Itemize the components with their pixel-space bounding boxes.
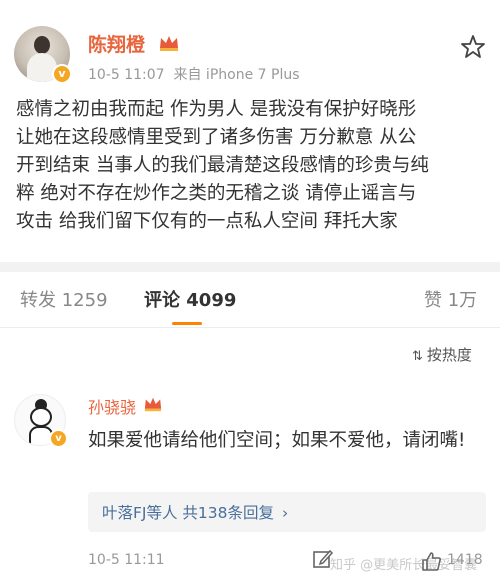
comment-text: 如果爱他请给他们空间；如果不爱他，请闭嘴! [88, 430, 466, 451]
like-count: 1418 [447, 552, 483, 568]
post-content-line: 粹 绝对不存在炒作之类的无稽之谈 请停止谣言与 [16, 183, 417, 204]
crown-icon [160, 36, 178, 51]
post-content-line: 攻击 给我们留下仅有的一点私人空间 拜托大家 [16, 211, 398, 232]
post-username[interactable]: 陈翔橙 [88, 30, 145, 57]
active-tab-indicator [172, 322, 202, 325]
star-icon[interactable] [460, 34, 486, 60]
post-content: 感情之初由我而起 作为男人 是我没有保护好晓彤 让她在这段感情里受到了诸多伤害 … [16, 96, 486, 236]
replies-link[interactable]: 叶落FJ等人 共138条回复 › [88, 492, 486, 532]
verified-badge-icon: v [52, 64, 72, 84]
thumb-up-icon[interactable] [420, 550, 442, 572]
sort-label: 按热度 [426, 346, 472, 364]
replies-label: 叶落FJ等人 共138条回复 [102, 504, 274, 522]
post-meta: 10-5 11:07 来自 iPhone 7 Plus [88, 64, 300, 84]
post-avatar[interactable]: v [14, 26, 72, 84]
comment-avatar[interactable]: v [14, 394, 68, 448]
tab-repost[interactable]: 转发 1259 [20, 286, 108, 312]
weibo-post: v 陈翔橙 10-5 11:07 来自 iPhone 7 Plus 感情之初由我… [0, 0, 500, 262]
section-divider [0, 262, 500, 272]
post-content-line: 让她在这段感情里受到了诸多伤害 万分歉意 从公 [16, 127, 417, 148]
post-content-line: 开到结束 当事人的我们最清楚这段感情的珍贵与纯 [16, 155, 429, 176]
post-source: 来自 iPhone 7 Plus [173, 67, 300, 83]
sort-button[interactable]: ⇅ 按热度 [412, 344, 472, 365]
post-content-line: 感情之初由我而起 作为男人 是我没有保护好晓彤 [16, 99, 417, 120]
crown-icon [144, 397, 162, 412]
post-time: 10-5 11:07 [88, 67, 165, 83]
interaction-tabs: 转发 1259 评论 4099 赞 1万 [0, 272, 500, 328]
comment-username[interactable]: 孙骁骁 [88, 394, 136, 418]
comment-time: 10-5 11:11 [88, 552, 165, 568]
verified-badge-icon: v [49, 429, 68, 448]
tab-comment[interactable]: 评论 4099 [144, 286, 236, 312]
tab-like[interactable]: 赞 1万 [424, 286, 477, 312]
sort-icon: ⇅ [412, 349, 423, 364]
chevron-right-icon: › [282, 504, 289, 522]
